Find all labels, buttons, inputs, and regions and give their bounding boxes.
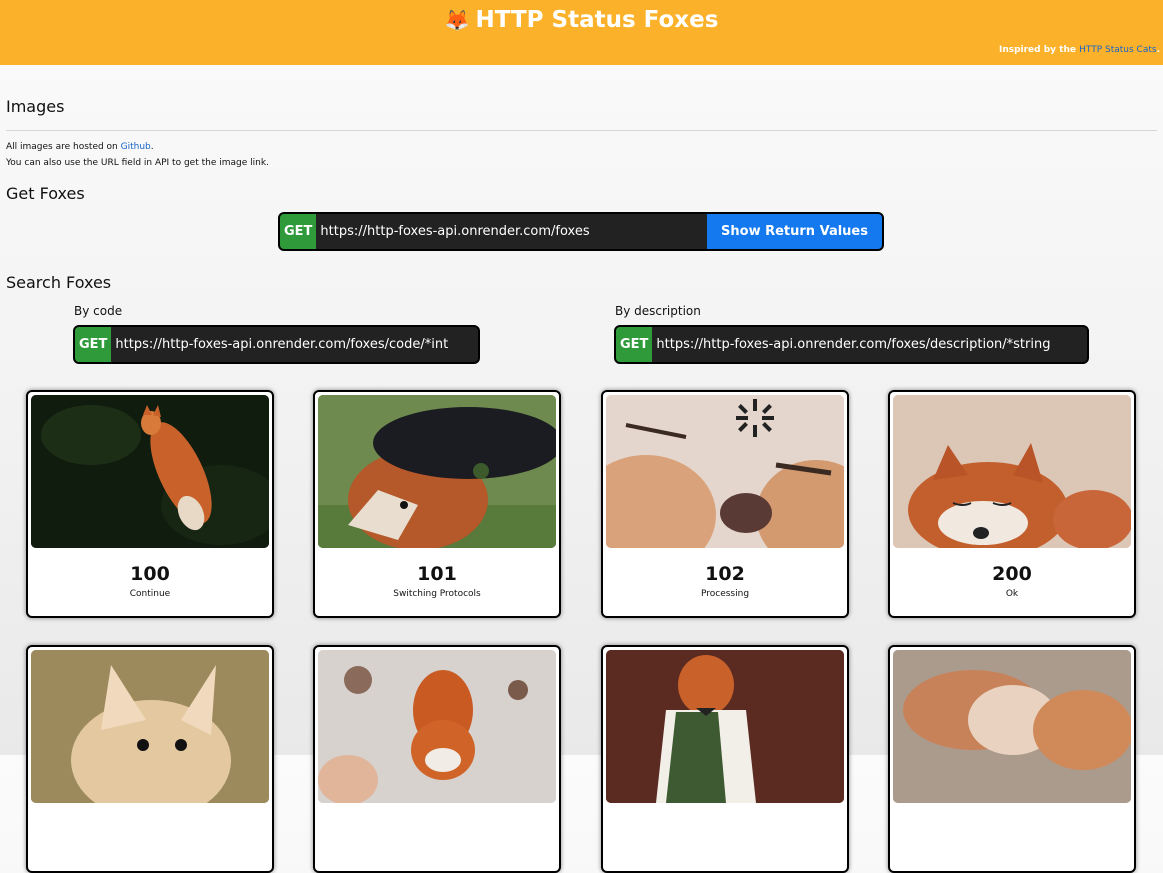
fox-image (606, 395, 844, 548)
section-divider (6, 130, 1157, 131)
site-title-text: HTTP Status Foxes (475, 7, 719, 33)
status-code: 101 (417, 563, 457, 585)
fox-card[interactable]: 200 Ok (888, 390, 1136, 618)
fox-card[interactable] (888, 645, 1136, 873)
fox-card[interactable]: 101 Switching Protocols (313, 390, 561, 618)
fox-card[interactable] (26, 645, 274, 873)
by-code-endpoint: GET https://http-foxes-api.onrender.com/… (73, 325, 480, 364)
fox-card[interactable] (601, 645, 849, 873)
hosting-note: All images are hosted on Github. (6, 142, 154, 152)
status-code: 100 (130, 563, 170, 585)
fox-card[interactable] (313, 645, 561, 873)
fox-icon: 🦊 (444, 8, 470, 32)
fox-image (318, 650, 556, 803)
by-code-url[interactable]: https://http-foxes-api.onrender.com/foxe… (111, 337, 478, 352)
hosting-note-suffix: . (150, 142, 154, 152)
fox-image (31, 650, 269, 803)
search-foxes-heading: Search Foxes (6, 273, 112, 292)
by-description-url[interactable]: https://http-foxes-api.onrender.com/foxe… (652, 337, 1087, 352)
inspired-prefix: Inspired by the (998, 45, 1080, 55)
inspired-note: Inspired by the HTTP Status Cats. (999, 45, 1160, 55)
by-code-label: By code (74, 304, 123, 318)
site-title: 🦊 HTTP Status Foxes (0, 7, 1163, 33)
fox-image (606, 650, 844, 803)
show-return-values-button[interactable]: Show Return Values (707, 214, 882, 249)
url-field-note: You can also use the URL field in API to… (6, 158, 269, 168)
get-foxes-endpoint: GET https://http-foxes-api.onrender.com/… (278, 212, 884, 251)
fox-image (318, 395, 556, 548)
status-description: Switching Protocols (393, 589, 481, 599)
fox-image (893, 395, 1131, 548)
github-link[interactable]: Github (121, 142, 151, 152)
images-heading: Images (6, 97, 65, 116)
by-description-label: By description (615, 304, 701, 318)
get-foxes-heading: Get Foxes (6, 184, 85, 203)
status-description: Ok (1005, 589, 1019, 599)
get-method-badge: GET (280, 214, 317, 249)
get-method-badge: GET (75, 327, 112, 362)
get-foxes-url[interactable]: https://http-foxes-api.onrender.com/foxe… (316, 224, 707, 239)
hosting-note-prefix: All images are hosted on (6, 142, 121, 152)
status-description: Continue (129, 589, 171, 599)
status-description: Processing (700, 589, 750, 599)
fox-image (31, 395, 269, 548)
fox-image (893, 650, 1131, 803)
get-method-badge: GET (616, 327, 653, 362)
status-code: 102 (705, 563, 745, 585)
site-header: 🦊 HTTP Status Foxes Inspired by the HTTP … (0, 0, 1163, 65)
http-status-cats-link[interactable]: HTTP Status Cats (1079, 45, 1156, 55)
inspired-suffix: . (1156, 45, 1160, 55)
status-code: 200 (992, 563, 1032, 585)
fox-card[interactable]: 100 Continue (26, 390, 274, 618)
fox-card[interactable]: 102 Processing (601, 390, 849, 618)
by-description-endpoint: GET https://http-foxes-api.onrender.com/… (614, 325, 1089, 364)
